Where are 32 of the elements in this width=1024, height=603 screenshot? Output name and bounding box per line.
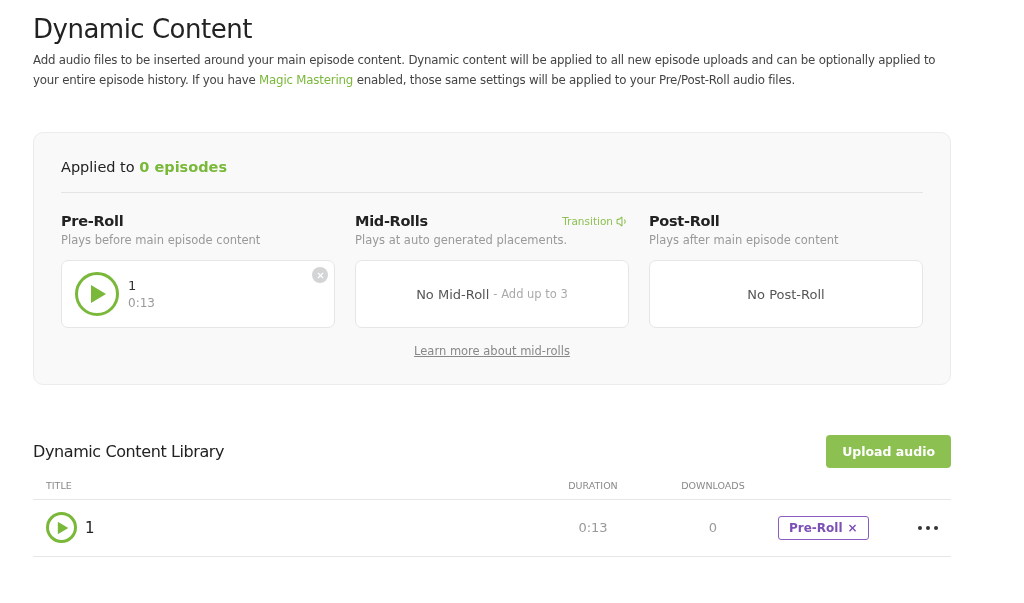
library-title: Dynamic Content Library — [33, 442, 225, 461]
slot-title: Post-Roll — [649, 213, 720, 229]
close-icon — [315, 270, 325, 280]
audio-title: 1 — [85, 518, 95, 537]
slot-title: Pre-Roll — [61, 213, 124, 229]
play-button[interactable] — [46, 512, 77, 543]
column-header: DURATION — [567, 480, 619, 491]
slot-subtitle: Plays before main episode content — [61, 233, 262, 247]
empty-slot-text: No Mid-Roll — [416, 286, 490, 302]
column-header: DOWNLOADS — [680, 480, 746, 491]
add-hint: - Add up to 3 — [493, 287, 568, 301]
slot-title: Mid-Rolls — [355, 213, 428, 229]
intro-paragraph: Add audio files to be inserted around your main episode content. Dynamic content will be applied to all new episode uploads and can be optionally applied to your entire episode history. If you have Magic Mastering enabled, those same settings will be applied to your Pre/Post-Roll audio files. — [33, 52, 937, 89]
learn-more-link[interactable]: Learn more about mid-rolls — [414, 344, 570, 358]
slot-subtitle: Plays at auto generated placements. — [355, 233, 569, 247]
magic-mastering-link[interactable]: Magic Mastering — [259, 73, 354, 87]
slot-subtitle: Plays after main episode content — [649, 233, 840, 247]
page-title: Dynamic Content — [33, 14, 253, 44]
clip-name: 1 — [128, 278, 138, 293]
column-header: TITLE — [46, 480, 73, 491]
remove-button[interactable] — [312, 267, 328, 283]
applied-to-text: Applied to 0 episodes — [61, 159, 923, 193]
transition-button[interactable]: Transition — [562, 214, 629, 228]
empty-slot-text: No Post-Roll — [747, 286, 825, 302]
duration-cell-text: 0:13 — [577, 520, 609, 535]
speaker-icon — [616, 214, 629, 228]
more-options-button[interactable] — [918, 525, 938, 530]
clip-duration: 0:13 — [128, 296, 155, 310]
pre-roll-tag[interactable]: Pre-Roll × — [778, 515, 869, 540]
upload-audio-button[interactable]: Upload audio — [826, 435, 951, 468]
downloads-cell-text: 0 — [707, 520, 719, 535]
play-button[interactable] — [75, 272, 119, 316]
